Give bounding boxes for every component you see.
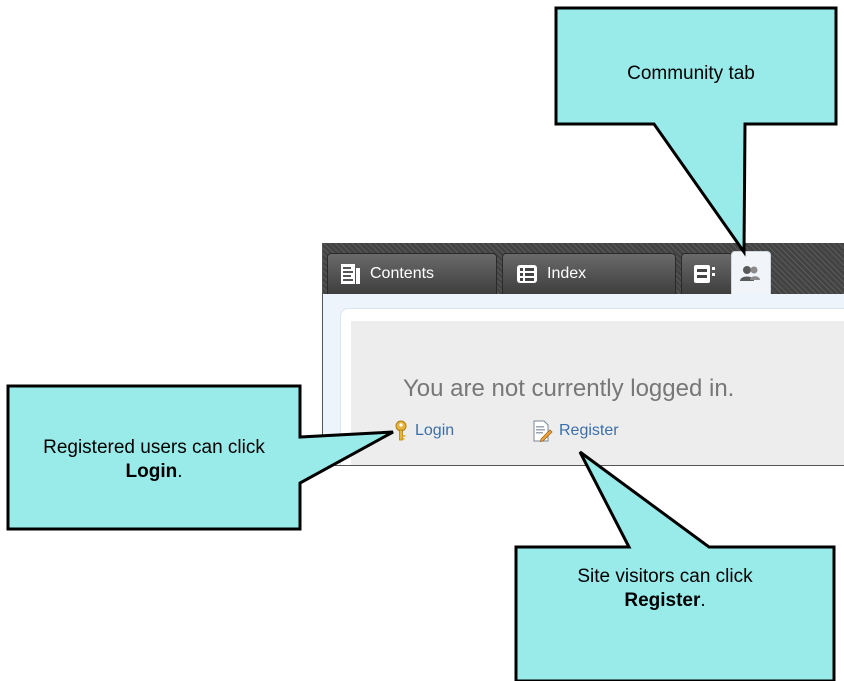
login-callout-bold: Login <box>125 461 178 482</box>
login-callout-period: . <box>177 461 183 482</box>
community-tab-callout: Community tab <box>556 62 826 86</box>
register-callout-period: . <box>700 590 706 611</box>
community-tab-callout-shape <box>554 6 838 257</box>
login-callout-text: Registered users can click <box>43 437 265 458</box>
login-callout: Registered users can click Login. <box>4 436 304 484</box>
register-callout-bold: Register <box>624 590 701 611</box>
register-callout-text: Site visitors can click <box>577 566 753 587</box>
community-tab-callout-text: Community tab <box>627 63 755 84</box>
register-callout: Site visitors can click Register. <box>520 565 810 613</box>
